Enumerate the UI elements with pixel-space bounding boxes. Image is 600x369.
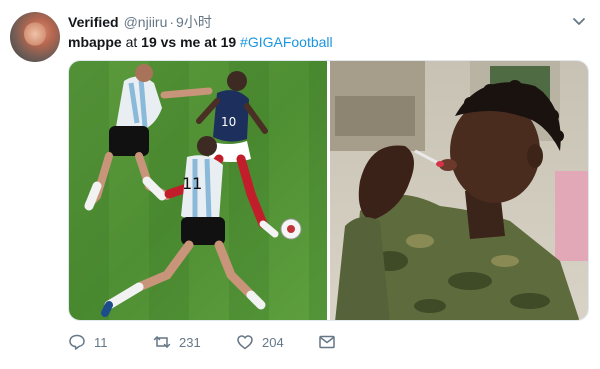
reply-button[interactable]: 11: [68, 332, 108, 352]
retweet-icon: [153, 336, 171, 348]
football-match-photo[interactable]: 10 11: [69, 61, 327, 320]
dm-button[interactable]: [318, 332, 344, 352]
retweet-count: 231: [179, 334, 201, 350]
reply-count: 11: [94, 334, 108, 350]
heart-icon: [237, 335, 253, 350]
like-button[interactable]: 204: [236, 332, 284, 352]
tweet-media[interactable]: 10 11: [68, 60, 589, 321]
tweet-text: mbappe at 19 vs me at 19 #GIGAFootball: [68, 33, 333, 51]
retweet-button[interactable]: 231: [153, 332, 201, 352]
like-count: 204: [262, 334, 284, 350]
text-age-2: 19: [220, 34, 237, 50]
text-at: at: [121, 34, 142, 50]
svg-text:11: 11: [182, 174, 202, 193]
avatar[interactable]: [10, 12, 60, 62]
text-vs-me: vs me at: [156, 34, 221, 50]
tweet-actions: 11 231 204: [68, 332, 368, 352]
chevron-down-icon[interactable]: [570, 12, 588, 30]
hashtag-link[interactable]: #GIGAFootball: [240, 34, 333, 50]
author-name[interactable]: Verified: [68, 14, 119, 30]
text-mbappe: mbappe: [68, 34, 122, 50]
envelope-icon: [319, 335, 335, 349]
svg-text:10: 10: [221, 115, 236, 129]
man-blowing-bubbles-photo[interactable]: [330, 61, 588, 320]
timestamp[interactable]: 9小时: [176, 12, 212, 32]
football: [280, 218, 302, 240]
author-handle[interactable]: @njiiru: [124, 14, 168, 30]
reply-icon: [69, 334, 85, 350]
tweet: Verified @njiiru · 9小时 mbappe at 19 vs m…: [0, 0, 600, 369]
tweet-header: Verified @njiiru · 9小时: [68, 12, 212, 32]
text-age-1: 19: [141, 34, 157, 50]
separator-dot: ·: [169, 14, 175, 30]
